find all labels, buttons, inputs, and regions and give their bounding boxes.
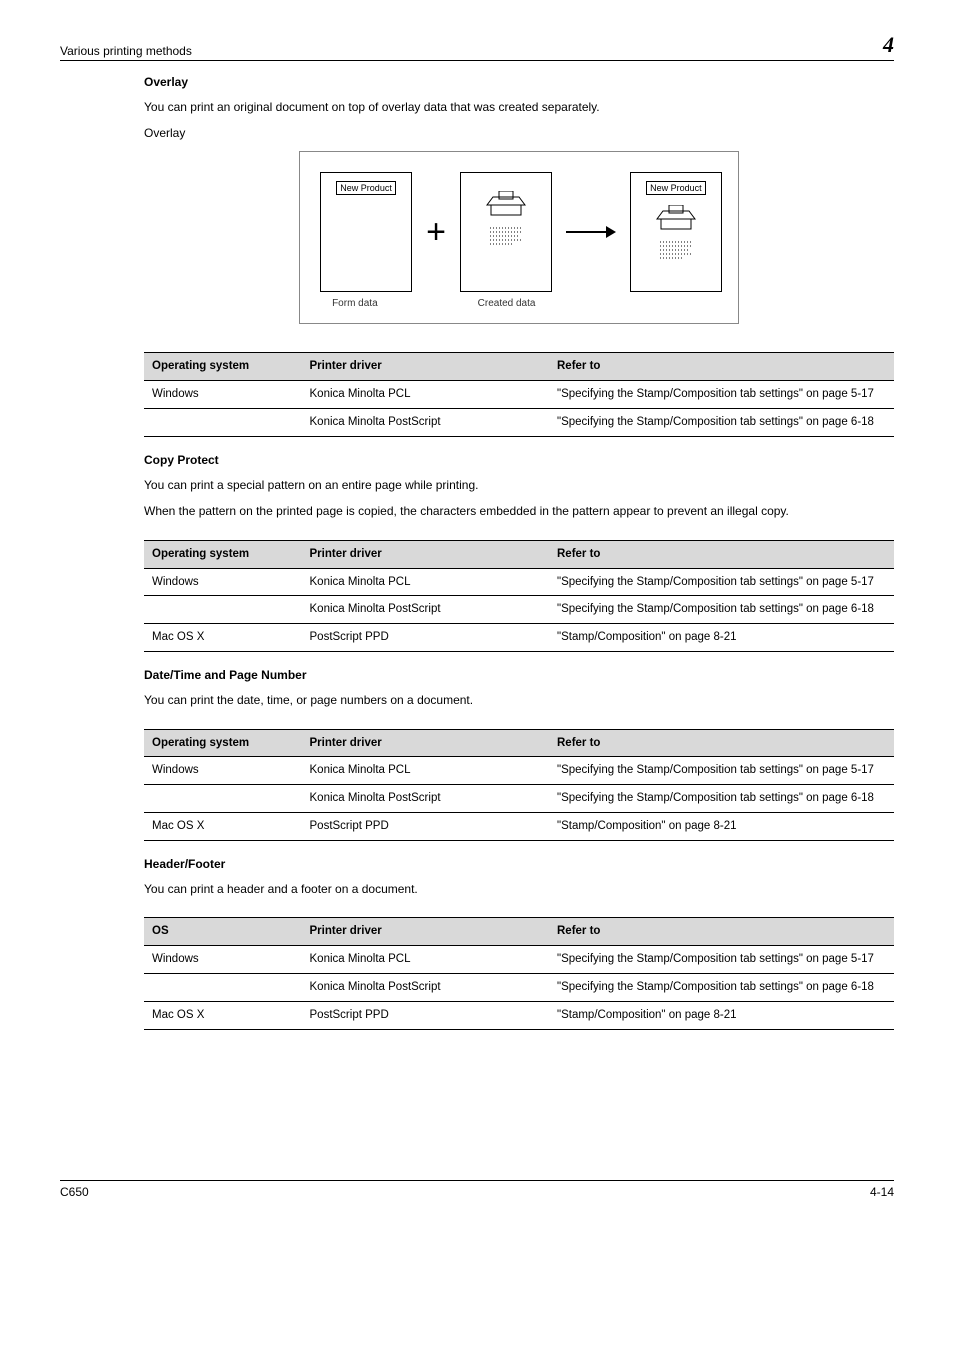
diagram-form-data-panel: New Product [320, 172, 412, 292]
th-os: Operating system [144, 353, 302, 381]
diagram-caption-form: Form data [332, 298, 378, 309]
th-driver: Printer driver [302, 353, 550, 381]
table-cell: "Specifying the Stamp/Composition tab se… [549, 974, 894, 1002]
th-refer: Refer to [549, 353, 894, 381]
table-row: Konica Minolta PostScript"Specifying the… [144, 409, 894, 437]
diagram-box1-label: New Product [336, 181, 396, 195]
overlay-title: Overlay [144, 75, 894, 89]
page-header: Various printing methods 4 [60, 32, 894, 61]
table-cell [144, 596, 302, 624]
table-cell: Windows [144, 757, 302, 785]
header-footer-desc: You can print a header and a footer on a… [144, 881, 894, 897]
table-cell [144, 409, 302, 437]
table-cell: "Stamp/Composition" on page 8-21 [549, 624, 894, 652]
table-row: WindowsKonica Minolta PCL"Specifying the… [144, 381, 894, 409]
header-chapter-number: 4 [883, 32, 894, 58]
table-cell: "Specifying the Stamp/Composition tab se… [549, 381, 894, 409]
date-time-table: Operating system Printer driver Refer to… [144, 729, 894, 842]
plus-icon: + [426, 215, 446, 249]
table-row: Konica Minolta PostScript"Specifying the… [144, 974, 894, 1002]
table-row: Konica Minolta PostScript"Specifying the… [144, 596, 894, 624]
table-cell: "Specifying the Stamp/Composition tab se… [549, 757, 894, 785]
table-row: Konica Minolta PostScript"Specifying the… [144, 785, 894, 813]
table-row: WindowsKonica Minolta PCL"Specifying the… [144, 946, 894, 974]
table-cell: "Specifying the Stamp/Composition tab se… [549, 785, 894, 813]
table-cell: PostScript PPD [302, 1002, 550, 1030]
table-cell: PostScript PPD [302, 813, 550, 841]
table-row: WindowsKonica Minolta PCL"Specifying the… [144, 757, 894, 785]
date-time-desc: You can print the date, time, or page nu… [144, 692, 894, 708]
copy-protect-table: Operating system Printer driver Refer to… [144, 540, 894, 653]
diagram-created-data-panel [460, 172, 552, 292]
th-os: OS [144, 918, 302, 946]
table-cell: Windows [144, 946, 302, 974]
table-cell [144, 974, 302, 1002]
text-lines-icon [658, 239, 694, 263]
table-cell: Mac OS X [144, 813, 302, 841]
table-cell: Konica Minolta PostScript [302, 596, 550, 624]
footer-right: 4-14 [870, 1185, 894, 1199]
table-cell: "Stamp/Composition" on page 8-21 [549, 813, 894, 841]
th-driver: Printer driver [302, 540, 550, 568]
table-cell: Mac OS X [144, 624, 302, 652]
table-row: Mac OS XPostScript PPD"Stamp/Composition… [144, 624, 894, 652]
copy-protect-p2: When the pattern on the printed page is … [144, 503, 894, 519]
table-cell: "Specifying the Stamp/Composition tab se… [549, 946, 894, 974]
th-refer: Refer to [549, 540, 894, 568]
table-cell: "Specifying the Stamp/Composition tab se… [549, 568, 894, 596]
table-row: Mac OS XPostScript PPD"Stamp/Composition… [144, 1002, 894, 1030]
arrow-right-icon [566, 224, 616, 240]
copy-protect-title: Copy Protect [144, 453, 894, 467]
table-cell [144, 785, 302, 813]
printer-icon [485, 191, 527, 221]
table-cell: Windows [144, 568, 302, 596]
th-refer: Refer to [549, 729, 894, 757]
overlay-sub: Overlay [144, 125, 894, 141]
table-cell: "Specifying the Stamp/Composition tab se… [549, 596, 894, 624]
th-os: Operating system [144, 540, 302, 568]
table-cell: Konica Minolta PostScript [302, 409, 550, 437]
table-cell: Konica Minolta PCL [302, 946, 550, 974]
table-cell: Windows [144, 381, 302, 409]
table-row: Mac OS XPostScript PPD"Stamp/Composition… [144, 813, 894, 841]
header-footer-table: OS Printer driver Refer to WindowsKonica… [144, 917, 894, 1030]
th-refer: Refer to [549, 918, 894, 946]
date-time-title: Date/Time and Page Number [144, 668, 894, 682]
overlay-table: Operating system Printer driver Refer to… [144, 352, 894, 437]
text-lines-icon [488, 225, 524, 249]
header-left: Various printing methods [60, 44, 192, 58]
table-row: WindowsKonica Minolta PCL"Specifying the… [144, 568, 894, 596]
table-cell: Konica Minolta PCL [302, 757, 550, 785]
page-footer: C650 4-14 [60, 1180, 894, 1199]
table-cell: "Specifying the Stamp/Composition tab se… [549, 409, 894, 437]
table-cell: Konica Minolta PostScript [302, 974, 550, 1002]
printer-icon [655, 205, 697, 235]
copy-protect-p1: You can print a special pattern on an en… [144, 477, 894, 493]
table-cell: Konica Minolta PCL [302, 568, 550, 596]
overlay-diagram: New Product + New Product [299, 151, 739, 324]
footer-left: C650 [60, 1185, 89, 1199]
diagram-result-panel: New Product [630, 172, 722, 292]
diagram-caption-created: Created data [478, 298, 536, 309]
header-footer-title: Header/Footer [144, 857, 894, 871]
overlay-desc: You can print an original document on to… [144, 99, 894, 115]
table-cell: PostScript PPD [302, 624, 550, 652]
th-driver: Printer driver [302, 918, 550, 946]
th-os: Operating system [144, 729, 302, 757]
table-cell: Mac OS X [144, 1002, 302, 1030]
table-cell: Konica Minolta PostScript [302, 785, 550, 813]
table-cell: "Stamp/Composition" on page 8-21 [549, 1002, 894, 1030]
table-cell: Konica Minolta PCL [302, 381, 550, 409]
th-driver: Printer driver [302, 729, 550, 757]
diagram-box3-label: New Product [646, 181, 706, 195]
